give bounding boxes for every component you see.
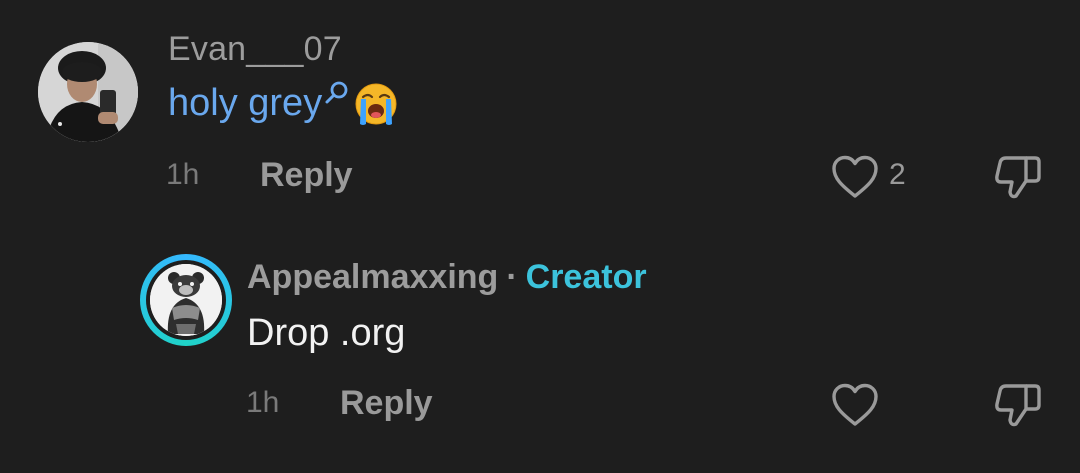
creator-avatar[interactable] [140,254,232,346]
dislike-icon[interactable] [993,154,1043,200]
bear-logo-icon [150,264,222,336]
reply-comment-item: Appealmaxxing · Creator Drop .org 1h Rep… [0,230,1080,473]
creator-badge: Creator [525,258,647,296]
reply-header: Appealmaxxing · Creator [247,258,647,297]
avatar-ring-gap [146,260,226,340]
avatar-image [150,264,222,336]
comment-thread: Evan___07 holy grey 1h Reply 2 Appealmax… [0,0,1080,473]
comment-item: Evan___07 holy grey 1h Reply 2 [0,0,1080,230]
comment-timestamp: 1h [246,386,280,419]
comment-username[interactable]: Evan___07 [168,30,342,69]
loudly-crying-face-icon [355,83,397,125]
search-icon[interactable] [324,80,350,106]
comment-username[interactable]: Appealmaxxing [247,258,498,297]
heart-icon[interactable] [831,382,879,428]
comment-actions: 1h Reply [0,380,1080,430]
like-count: 2 [889,158,906,191]
dislike-icon[interactable] [993,382,1043,428]
avatar-photo-icon [38,42,138,142]
reply-button[interactable]: Reply [340,384,433,423]
reply-button[interactable]: Reply [260,156,353,195]
comment-actions: 1h Reply 2 [0,152,1080,202]
user-avatar[interactable] [38,42,138,142]
comment-body: holy grey [168,80,398,126]
search-highlight-link[interactable]: holy grey [168,82,322,125]
heart-icon[interactable] [831,154,879,200]
comment-body: Drop .org [247,312,406,354]
separator-dot: · [506,258,518,296]
comment-timestamp: 1h [166,158,200,191]
